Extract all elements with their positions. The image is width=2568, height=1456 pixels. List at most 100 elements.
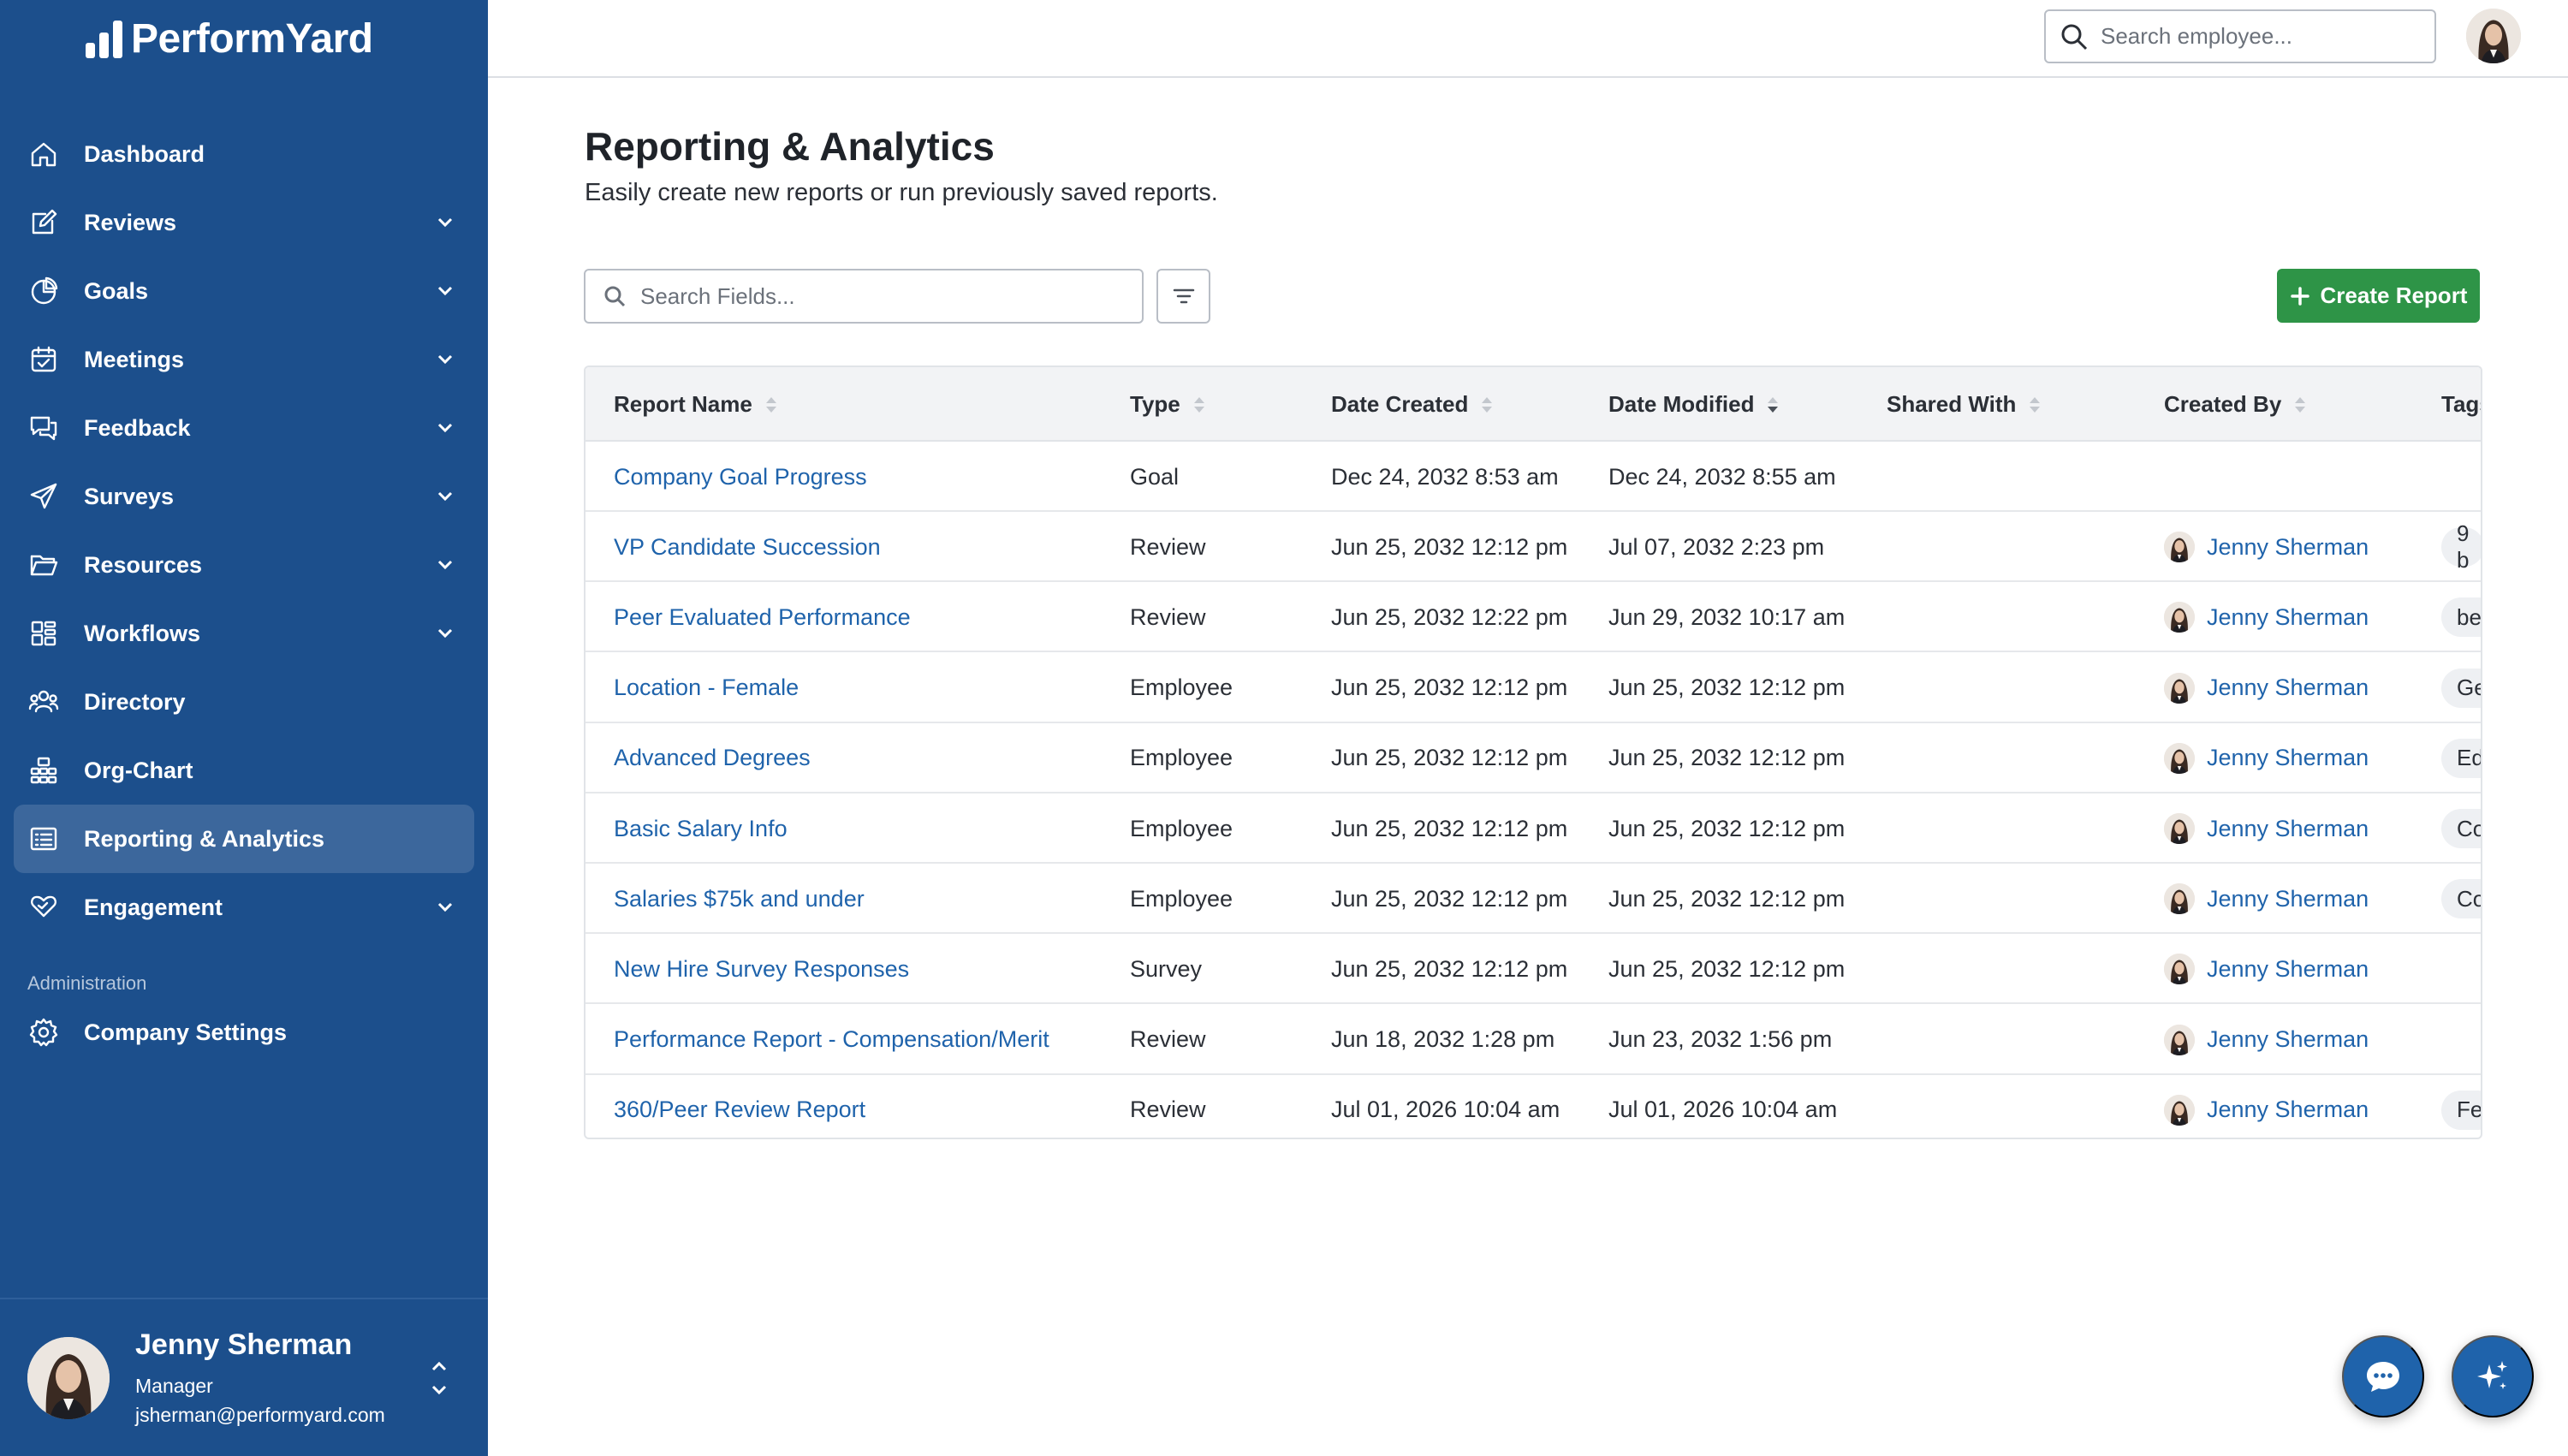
table-header: Report Name Type Date Created Date Modif… xyxy=(586,367,2481,442)
report-name-link[interactable]: 360/Peer Review Report xyxy=(614,1075,865,1138)
tag-chip[interactable]: bel xyxy=(2441,597,2481,638)
column-header-created-by[interactable]: Created By xyxy=(2164,367,2307,442)
chevron-down-icon[interactable] xyxy=(433,484,457,508)
sidebar-item-org-chart[interactable]: Org-Chart xyxy=(14,736,474,805)
creator-name-link[interactable]: Jenny Sherman xyxy=(2207,745,2369,771)
report-name-link[interactable]: Salaries $75k and under xyxy=(614,864,865,934)
created-by[interactable]: Jenny Sherman xyxy=(2164,793,2369,864)
table-row[interactable]: Company Goal Progress Goal Dec 24, 2032 8:… xyxy=(586,442,2481,512)
table-row[interactable]: New Hire Survey Responses Survey Jun 25, 2… xyxy=(586,934,2481,1005)
filter-button[interactable] xyxy=(1156,269,1210,324)
report-name-link[interactable]: New Hire Survey Responses xyxy=(614,934,909,1004)
column-header-type[interactable]: Type xyxy=(1130,367,1206,442)
ai-assistant-button[interactable] xyxy=(2452,1335,2534,1417)
tag-chip[interactable]: Ed xyxy=(2441,738,2481,778)
sidebar-item-dashboard[interactable]: Dashboard xyxy=(14,120,474,188)
chevron-down-icon[interactable] xyxy=(433,211,457,235)
report-name-link[interactable]: VP Candidate Succession xyxy=(614,512,881,582)
table-row[interactable]: VP Candidate Succession Review Jun 25, 203… xyxy=(586,512,2481,583)
column-header-tags[interactable]: Tags xyxy=(2441,367,2481,442)
report-name-link[interactable]: Company Goal Progress xyxy=(614,442,867,512)
sort-icon[interactable] xyxy=(2028,395,2042,415)
chevron-up-down-icon[interactable] xyxy=(426,1352,452,1404)
created-by[interactable]: Jenny Sherman xyxy=(2164,864,2369,934)
report-type: Employee xyxy=(1130,885,1233,912)
table-row[interactable]: Location - Female Employee Jun 25, 2032 12… xyxy=(586,653,2481,723)
sidebar-item-company-settings[interactable]: Company Settings xyxy=(14,998,474,1067)
avatar[interactable] xyxy=(27,1337,110,1419)
employee-search[interactable] xyxy=(2044,9,2436,63)
chevron-down-icon[interactable] xyxy=(433,621,457,645)
avatar[interactable] xyxy=(2466,9,2521,63)
table-row[interactable]: Basic Salary Info Employee Jun 25, 2032 12… xyxy=(586,793,2481,864)
sort-icon[interactable] xyxy=(1192,395,1206,415)
tag-chip[interactable]: 9 b xyxy=(2441,520,2481,573)
column-header-shared-with[interactable]: Shared With xyxy=(1887,367,2042,442)
table-row[interactable]: 360/Peer Review Report Review Jul 01, 2026… xyxy=(586,1075,2481,1138)
creator-name-link[interactable]: Jenny Sherman xyxy=(2207,1096,2369,1123)
sort-icon[interactable] xyxy=(1480,395,1494,415)
creator-name-link[interactable]: Jenny Sherman xyxy=(2207,534,2369,561)
sidebar-item-engagement[interactable]: Engagement xyxy=(14,873,474,942)
sidebar-item-meetings[interactable]: Meetings xyxy=(14,325,474,394)
column-header-date-created[interactable]: Date Created xyxy=(1331,367,1494,442)
chevron-down-icon[interactable] xyxy=(433,895,457,919)
tag-chip[interactable]: Fe xyxy=(2441,1090,2481,1130)
creator-name-link[interactable]: Jenny Sherman xyxy=(2207,886,2369,912)
creator-name-link[interactable]: Jenny Sherman xyxy=(2207,604,2369,631)
field-search[interactable] xyxy=(584,269,1144,324)
employee-search-input[interactable] xyxy=(2101,23,2426,50)
sidebar-item-resources[interactable]: Resources xyxy=(14,531,474,599)
created-by[interactable]: Jenny Sherman xyxy=(2164,512,2369,582)
created-by[interactable]: Jenny Sherman xyxy=(2164,934,2369,1004)
column-header-report-name[interactable]: Report Name xyxy=(614,367,778,442)
chevron-down-icon[interactable] xyxy=(433,348,457,371)
column-header-date-modified[interactable]: Date Modified xyxy=(1608,367,1780,442)
chevron-down-icon[interactable] xyxy=(433,279,457,303)
creator-name-link[interactable]: Jenny Sherman xyxy=(2207,675,2369,701)
sidebar-item-label: Dashboard xyxy=(84,140,205,167)
table-row[interactable]: Salaries $75k and under Employee Jun 25, 2… xyxy=(586,864,2481,935)
user-profile-footer[interactable]: Jenny Sherman Manager jsherman@performya… xyxy=(0,1298,488,1456)
sidebar-item-label: Workflows xyxy=(84,620,201,646)
create-report-button[interactable]: Create Report xyxy=(2277,269,2480,323)
created-by[interactable]: Jenny Sherman xyxy=(2164,653,2369,723)
sidebar-item-reporting-analytics[interactable]: Reporting & Analytics xyxy=(14,805,474,873)
sidebar-item-label: Directory xyxy=(84,688,186,715)
tag-chip[interactable]: Co xyxy=(2441,809,2481,848)
report-icon xyxy=(27,823,60,855)
sidebar-item-reviews[interactable]: Reviews xyxy=(14,188,474,257)
created-by[interactable]: Jenny Sherman xyxy=(2164,1005,2369,1075)
chat-button[interactable] xyxy=(2342,1335,2424,1417)
sort-icon[interactable] xyxy=(764,395,778,415)
sidebar-item-directory[interactable]: Directory xyxy=(14,668,474,736)
created-by[interactable]: Jenny Sherman xyxy=(2164,723,2369,793)
report-name-link[interactable]: Advanced Degrees xyxy=(614,723,811,793)
pie-chart-icon xyxy=(27,275,60,307)
tag-chip[interactable]: Ge xyxy=(2441,668,2481,708)
tag-chip[interactable]: Co xyxy=(2441,879,2481,919)
sort-icon[interactable] xyxy=(2293,395,2307,415)
table-row[interactable]: Performance Report - Compensation/Merit R… xyxy=(586,1005,2481,1075)
sidebar-item-workflows[interactable]: Workflows xyxy=(14,599,474,668)
created-by[interactable]: Jenny Sherman xyxy=(2164,1075,2369,1138)
creator-name-link[interactable]: Jenny Sherman xyxy=(2207,956,2369,983)
report-name-link[interactable]: Performance Report - Compensation/Merit xyxy=(614,1005,1049,1075)
sidebar-item-goals[interactable]: Goals xyxy=(14,257,474,325)
created-by[interactable]: Jenny Sherman xyxy=(2164,582,2369,652)
chevron-down-icon[interactable] xyxy=(433,416,457,440)
sidebar-item-label: Reviews xyxy=(84,209,177,235)
chevron-down-icon[interactable] xyxy=(433,553,457,577)
performyard-logo[interactable]: PerformYard xyxy=(86,15,373,63)
report-name-link[interactable]: Peer Evaluated Performance xyxy=(614,582,911,652)
sort-desc-icon[interactable] xyxy=(1766,395,1780,415)
report-name-link[interactable]: Basic Salary Info xyxy=(614,793,788,864)
sidebar-item-surveys[interactable]: Surveys xyxy=(14,462,474,531)
creator-name-link[interactable]: Jenny Sherman xyxy=(2207,816,2369,842)
sidebar-item-feedback[interactable]: Feedback xyxy=(14,394,474,462)
table-row[interactable]: Peer Evaluated Performance Review Jun 25, … xyxy=(586,582,2481,653)
creator-name-link[interactable]: Jenny Sherman xyxy=(2207,1026,2369,1053)
report-name-link[interactable]: Location - Female xyxy=(614,653,799,723)
table-row[interactable]: Advanced Degrees Employee Jun 25, 2032 12:… xyxy=(586,723,2481,793)
search-fields-input[interactable] xyxy=(640,282,1120,310)
